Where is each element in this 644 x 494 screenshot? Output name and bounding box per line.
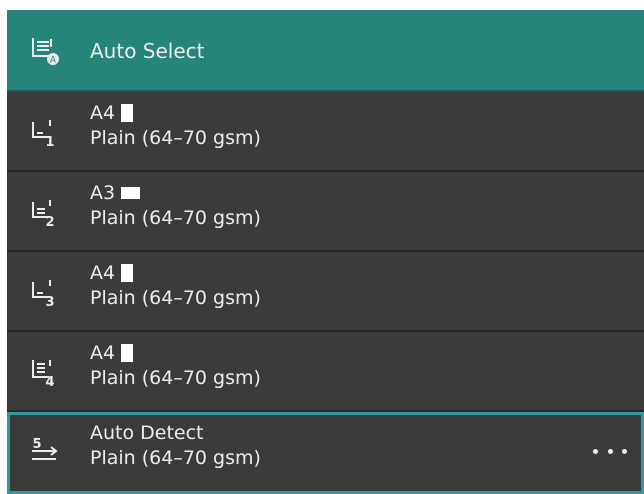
bypass-tray-5-icon: 5 xyxy=(29,436,61,468)
more-options-icon xyxy=(593,448,598,454)
portrait-orientation-icon xyxy=(121,344,134,362)
paper-size: A4 xyxy=(90,102,116,124)
tray-row-1[interactable]: 1 A4 Plain (64–70 gsm) xyxy=(7,92,644,172)
tray-3-icon: 3 xyxy=(29,276,61,308)
tray-row-3[interactable]: 3 A4 Plain (64–70 gsm) xyxy=(7,252,644,332)
tray-label: Auto Select xyxy=(90,39,205,63)
portrait-orientation-icon xyxy=(121,264,134,282)
paper-type: Plain (64–70 gsm) xyxy=(90,127,261,149)
svg-text:3: 3 xyxy=(45,295,54,308)
tray-row-4[interactable]: 4 A4 Plain (64–70 gsm) xyxy=(7,332,644,412)
more-options-button[interactable] xyxy=(593,437,627,465)
paper-tray-list: A Auto Select 1 A4 Plain (64–70 gsm) 2 A… xyxy=(7,10,644,494)
tray-2-icon: 2 xyxy=(29,196,61,228)
paper-type: Plain (64–70 gsm) xyxy=(90,447,261,469)
paper-size: Auto Detect xyxy=(90,422,204,444)
svg-text:2: 2 xyxy=(45,215,54,228)
svg-text:A: A xyxy=(50,56,57,66)
svg-text:1: 1 xyxy=(45,135,54,148)
svg-text:5: 5 xyxy=(32,437,41,452)
svg-text:4: 4 xyxy=(45,375,54,388)
tray-row-auto-select[interactable]: A Auto Select xyxy=(7,10,644,92)
more-options-icon xyxy=(622,448,627,454)
tray-4-icon: 4 xyxy=(29,356,61,388)
paper-size: A4 xyxy=(90,262,116,284)
more-options-icon xyxy=(607,448,613,454)
paper-size: A4 xyxy=(90,342,116,364)
tray-row-5-bypass[interactable]: 5 Auto Detect Plain (64–70 gsm) xyxy=(7,412,644,494)
landscape-orientation-icon xyxy=(121,187,141,199)
tray-1-icon: 1 xyxy=(29,116,61,148)
portrait-orientation-icon xyxy=(121,104,134,122)
tray-row-2[interactable]: 2 A3 Plain (64–70 gsm) xyxy=(7,172,644,252)
auto-select-tray-icon: A xyxy=(29,35,61,67)
paper-type: Plain (64–70 gsm) xyxy=(90,207,261,229)
paper-size: A3 xyxy=(90,182,116,204)
paper-type: Plain (64–70 gsm) xyxy=(90,287,261,309)
paper-type: Plain (64–70 gsm) xyxy=(90,367,261,389)
